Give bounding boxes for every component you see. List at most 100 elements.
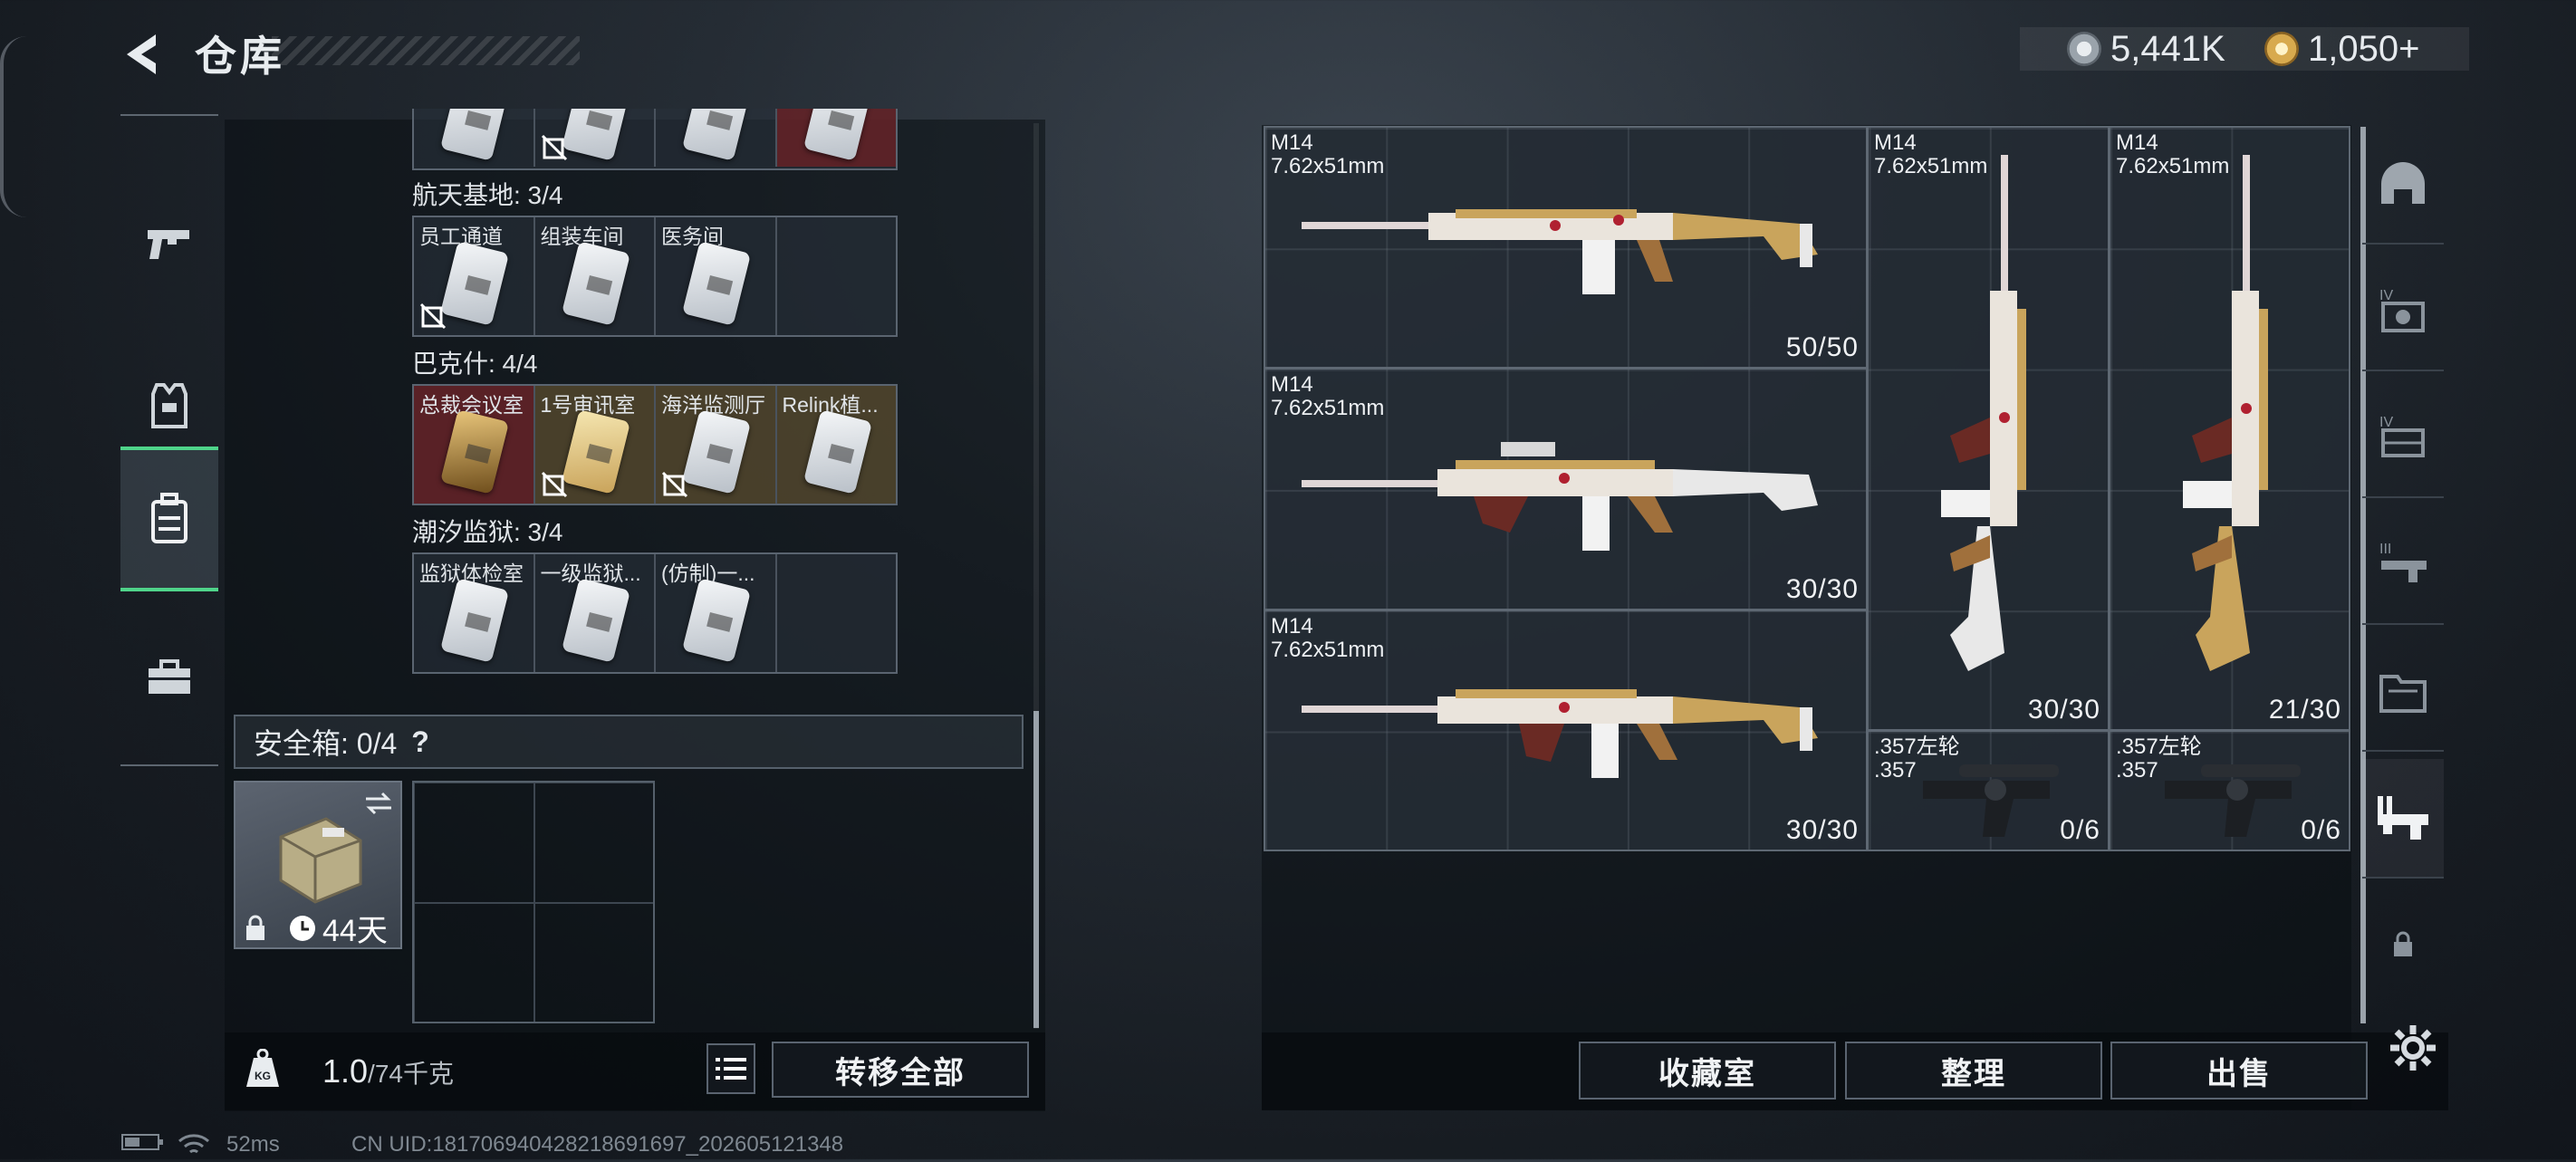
nav-item-backpack[interactable] <box>120 447 218 591</box>
svg-text:IV: IV <box>2379 415 2393 430</box>
svg-text:III: III <box>2379 542 2391 557</box>
svg-text:IV: IV <box>2379 288 2393 303</box>
page-title: 仓库 <box>195 33 285 80</box>
help-button[interactable]: ? <box>411 725 429 759</box>
days-text: 44天 <box>322 914 388 948</box>
weapon-label: M14 7.62x51mm <box>1271 130 1385 178</box>
keycard-slot[interactable]: 1号审讯室 <box>534 386 656 504</box>
ammo-count: 0/6 <box>2060 815 2100 845</box>
scrollbar-thumb[interactable] <box>1033 711 1039 1028</box>
keycard-slot[interactable]: 医务间 <box>656 217 777 335</box>
iii-gun-icon: III <box>2379 542 2427 582</box>
weapon-label: M14 7.62x51mm <box>1271 372 1385 420</box>
gold-currency[interactable]: 1,050+ <box>2264 27 2419 71</box>
card-slot[interactable] <box>776 109 896 167</box>
back-arrow-icon[interactable] <box>116 27 170 82</box>
group-title-aerospace: 航天基地: 3/4 <box>412 181 563 209</box>
empty-card-slot[interactable] <box>777 554 897 672</box>
settings-gear-icon[interactable] <box>2389 1023 2437 1072</box>
keycard-slot[interactable]: 监狱体检室 <box>414 554 535 672</box>
tab-helmet[interactable] <box>2362 125 2444 245</box>
tab-folder[interactable] <box>2362 632 2444 752</box>
transfer-all-button[interactable]: 转移全部 <box>772 1042 1029 1098</box>
card-slot[interactable] <box>535 109 656 167</box>
keycard-icon <box>439 241 510 326</box>
card-slot[interactable] <box>414 109 535 167</box>
folder-icon <box>2379 675 2427 713</box>
weapon-m14-3[interactable]: M14 7.62x51mm 30/30 <box>1264 610 1868 851</box>
storage-tabs: IV IV III <box>2362 125 2444 1031</box>
nav-item-weapons[interactable] <box>120 170 218 315</box>
keycard-slot[interactable]: 员工通道 <box>414 217 535 335</box>
weapon-label: M14 7.62x51mm <box>1271 614 1385 662</box>
backpack-icon <box>151 493 187 543</box>
toolbox-icon <box>149 659 190 694</box>
vest-icon <box>151 383 187 428</box>
bound-icon <box>541 134 567 161</box>
group-title-tidal-prison: 潮汐监狱: 3/4 <box>412 518 563 546</box>
keycard-icon <box>803 109 872 161</box>
tab-iv-armor[interactable]: IV <box>2362 252 2444 371</box>
ammo-count: 0/6 <box>2301 815 2341 845</box>
weapon-m14-2[interactable]: M14 7.62x51mm 30/30 <box>1264 368 1868 610</box>
tab-iv-rig[interactable]: IV <box>2362 379 2444 498</box>
card-grid-bakhsh: 总裁会议室 1号审讯室 海洋监测厅 Relink植... <box>412 384 898 505</box>
empty-card-slot[interactable] <box>777 217 897 335</box>
list-view-button[interactable] <box>706 1043 755 1094</box>
lock-icon <box>246 915 264 940</box>
weapon-m14-4[interactable]: M14 7.62x51mm 30/30 <box>1867 126 2110 731</box>
weapon-revolver-1[interactable]: .357左轮 .357 0/6 <box>1867 730 2110 851</box>
keycard-icon <box>803 409 872 495</box>
keycard-icon <box>561 109 630 161</box>
card-slot[interactable] <box>656 109 777 167</box>
weapon-m14-5[interactable]: M14 7.62x51mm 21/30 <box>2109 126 2350 731</box>
helmet-icon <box>2381 162 2425 204</box>
battery-icon <box>121 1132 165 1158</box>
tab-iii-gun[interactable]: III <box>2362 505 2444 625</box>
weapon-revolver-2[interactable]: .357左轮 .357 0/6 <box>2109 730 2350 851</box>
weight-display: 1.0/74千克 <box>322 1052 454 1090</box>
bound-icon <box>541 471 567 498</box>
sell-button[interactable]: 出售 <box>2110 1042 2368 1100</box>
keycard-icon <box>561 241 630 326</box>
collection-button[interactable]: 收藏室 <box>1579 1042 1836 1100</box>
nav-item-supplies[interactable] <box>120 605 218 750</box>
swap-icon[interactable] <box>362 790 395 817</box>
silver-currency[interactable]: 5,441K <box>2067 27 2225 71</box>
silver-amount: 5,441K <box>2110 28 2225 69</box>
weapon-m14-1[interactable]: M14 7.62x51mm 50/50 <box>1264 126 1868 369</box>
ammo-count: 30/30 <box>1785 815 1859 845</box>
bound-icon <box>661 471 688 498</box>
uid-text: CN UID:18170694042821869​1697_2026051213… <box>351 1132 844 1157</box>
silver-coin-icon <box>2067 32 2101 66</box>
weight-icon: KG <box>246 1049 279 1087</box>
ammo-count: 30/30 <box>2027 695 2100 725</box>
title-decoration <box>272 36 580 65</box>
bound-icon <box>419 303 447 330</box>
keycard-icon <box>681 109 752 161</box>
revolver-icon <box>1923 764 2059 837</box>
keycard-icon <box>439 409 510 495</box>
keycard-slot[interactable]: Relink植... <box>776 386 896 504</box>
tab-locked[interactable] <box>2362 886 2444 1004</box>
ammo-count: 21/30 <box>2268 695 2341 725</box>
card-grid-tidal-prison: 监狱体检室 一级监狱... (仿制)一... <box>412 552 898 674</box>
wifi-icon <box>178 1132 210 1162</box>
clock-icon <box>290 915 315 941</box>
safe-box-grid[interactable] <box>412 781 655 1023</box>
iv-armor-icon: IV <box>2379 288 2425 332</box>
group-title-bakhsh: 巴克什: 4/4 <box>412 350 538 378</box>
keycard-slot[interactable]: 海洋监测厅 <box>656 386 777 504</box>
rifle-icon <box>1302 442 1818 551</box>
weight-current: 1.0 <box>322 1052 369 1090</box>
safe-box-duration: 44天 <box>288 906 388 950</box>
rifle-vertical-icon <box>2183 155 2268 671</box>
keycard-slot[interactable]: 总裁会议室 <box>414 386 535 504</box>
sort-button[interactable]: 整理 <box>1845 1042 2102 1100</box>
keycard-slot[interactable]: (仿制)一... <box>656 554 777 672</box>
rifle-icon <box>1302 209 1818 294</box>
keycard-slot[interactable]: 组装车间 <box>535 217 656 335</box>
keycard-icon <box>439 578 510 663</box>
tab-gun-rack[interactable] <box>2362 759 2444 879</box>
keycard-slot[interactable]: 一级监狱... <box>535 554 656 672</box>
